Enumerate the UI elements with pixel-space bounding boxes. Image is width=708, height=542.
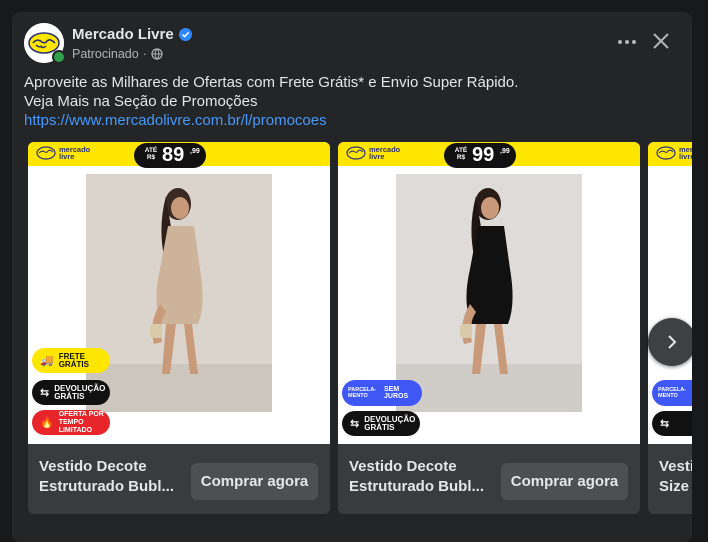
buy-now-button[interactable]: Comprar agora (191, 463, 318, 500)
box-icon: ⇆ (660, 417, 670, 430)
product-title[interactable]: Vesti Size I (659, 457, 692, 497)
price-pill: ATÉ R$ 99 ,99 (444, 143, 516, 168)
product-title-line2: Estruturado Bubl... (39, 478, 174, 495)
card-footer: Vestido Decote Estruturado Bubl... Compr… (338, 444, 640, 514)
close-icon (653, 33, 669, 49)
badge-label: PARCELA- MENTO (348, 387, 377, 399)
price-cents: ,99 (190, 148, 200, 155)
badge-label: DEVOLUÇÃO GRÁTIS (54, 383, 106, 401)
close-button[interactable] (650, 30, 672, 52)
product-title[interactable]: Vestido Decote Estruturado Bubl... (39, 457, 179, 497)
brand-logo: mercado livre (36, 145, 91, 161)
verified-badge-icon (178, 28, 192, 41)
box-icon: ⇆ (350, 417, 360, 430)
product-card[interactable]: mercado livre ATÉ R$ 89 ,99 🚚 FRETE GRÁT… (28, 142, 330, 514)
free-return-badge: ⇆ DEVOLUÇÃO GRÁTIS (342, 411, 420, 436)
product-title-line1: Vestido Decote (39, 458, 147, 475)
product-card[interactable]: mercado livre ATÉ R$ 99 ,99 PARCELA- MEN… (338, 142, 640, 514)
promo-banner: mercado livre (648, 142, 692, 166)
limited-offer-badge: 🔥 OFERTA POR TEMPO LIMITADO (32, 410, 110, 435)
product-title[interactable]: Vestido Decote Estruturado Bubl... (349, 457, 489, 497)
meta-separator: · (142, 47, 147, 61)
model-figure-icon (86, 174, 272, 412)
badge-label: PARCELA- MENTO (658, 387, 687, 399)
page-name-row: Mercado Livre (72, 26, 192, 43)
price-prefix: ATÉ R$ (454, 147, 468, 161)
card-footer: Vestido Decote Estruturado Bubl... Compr… (28, 444, 330, 514)
card-footer: Vesti Size I (648, 444, 692, 514)
product-photo (86, 174, 272, 412)
post-text-line1: Aproveite as Milhares de Ofertas com Fre… (24, 74, 519, 91)
price-pill: ATÉ R$ 89 ,99 (134, 143, 206, 168)
post-link[interactable]: https://www.mercadolivre.com.br/l/promoc… (24, 111, 664, 130)
product-image[interactable]: mercado livre ATÉ R$ 99 ,99 PARCELA- MEN… (338, 142, 640, 444)
promo-banner: mercado livre ATÉ R$ 99 ,99 (338, 142, 640, 168)
brand-logo-text: mercado livre (59, 145, 91, 161)
brand-logo-text: mercado livre (369, 145, 401, 161)
badge-label: FRETE GRÁTIS (58, 351, 89, 369)
brand-logo-text: mercado livre (679, 145, 692, 161)
product-title-line1: Vesti (659, 458, 692, 475)
price-main: 99 (472, 144, 495, 166)
product-title-line2: Estruturado Bubl... (349, 478, 484, 495)
product-photo (396, 174, 582, 412)
badge-label: DEVOLUÇÃO GRÁTIS (364, 414, 416, 432)
model-figure-icon (396, 174, 582, 412)
sponsored-label[interactable]: Patrocinado (72, 47, 139, 61)
brand-logo: mercado livre (656, 146, 692, 160)
free-return-badge: ⇆ DEVOLUÇÃO GRÁTIS (32, 380, 110, 405)
free-return-badge: ⇆ (652, 411, 692, 436)
page-name[interactable]: Mercado Livre (72, 26, 174, 43)
badge-label-strong: SEM JUROS (384, 386, 409, 400)
chevron-right-icon (668, 335, 677, 349)
flame-icon: 🔥 (40, 416, 54, 429)
price-prefix: ATÉ R$ (144, 147, 158, 161)
product-title-line1: Vestido Decote (349, 458, 457, 475)
sponsored-post: Mercado Livre Patrocinado · Aproveite as… (12, 12, 692, 542)
price-main: 89 (162, 144, 185, 166)
product-image[interactable]: mercado livre ATÉ R$ 89 ,99 🚚 FRETE GRÁT… (28, 142, 330, 444)
price-cents: ,99 (500, 148, 510, 155)
handshake-logo-icon (36, 146, 56, 160)
badge-label: OFERTA POR TEMPO LIMITADO (58, 410, 104, 434)
globe-icon (151, 48, 163, 60)
promo-banner: mercado livre ATÉ R$ 89 ,99 (28, 142, 330, 168)
brand-logo: mercado livre (346, 145, 401, 161)
truck-icon: 🚚 (40, 354, 54, 367)
buy-now-button[interactable]: Comprar agora (501, 463, 628, 500)
post-text: Aproveite as Milhares de Ofertas com Fre… (24, 73, 664, 130)
product-image[interactable]: mercado livre PARCELA- MENTO ⇆ (648, 142, 692, 444)
handshake-logo-icon (346, 146, 366, 160)
post-text-line2: Veja Mais na Seção de Promoções (24, 93, 258, 110)
post-meta: Patrocinado · (72, 47, 163, 61)
handshake-logo-icon (656, 146, 676, 160)
page-avatar[interactable] (24, 23, 66, 64)
more-horizontal-icon (618, 40, 636, 44)
free-shipping-badge: 🚚 FRETE GRÁTIS (32, 348, 110, 373)
carousel-next-button[interactable] (648, 318, 692, 366)
more-options-button[interactable] (616, 32, 638, 52)
product-title-line2: Size I (659, 478, 692, 495)
installment-badge: PARCELA- MENTO SEM JUROS (342, 380, 422, 406)
active-status-dot (52, 50, 66, 64)
installment-badge: PARCELA- MENTO (652, 380, 692, 406)
product-carousel: mercado livre ATÉ R$ 89 ,99 🚚 FRETE GRÁT… (28, 142, 692, 522)
box-icon: ⇆ (40, 386, 50, 399)
